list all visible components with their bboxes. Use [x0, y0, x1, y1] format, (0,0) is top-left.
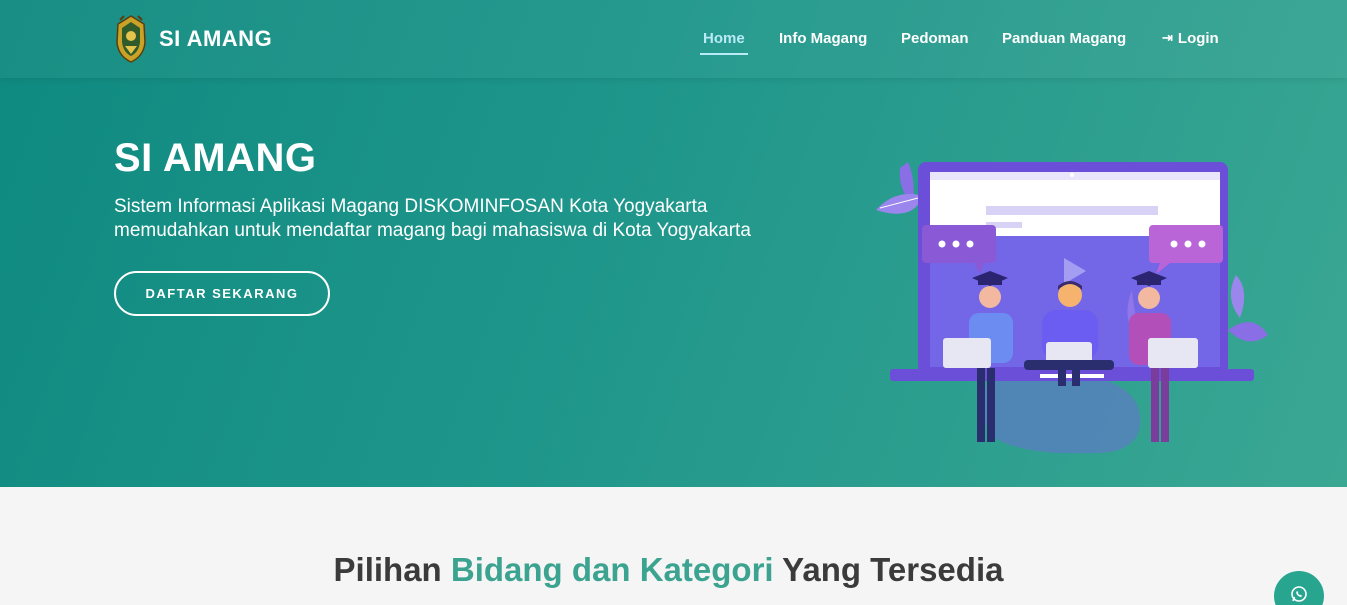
navbar: SI AMANG Home Info Magang Pedoman Pandua… [0, 0, 1347, 78]
online-learning-illustration [876, 162, 1268, 454]
brand-name: SI AMANG [159, 26, 273, 51]
hero-description-line-1: Sistem Informasi Aplikasi Magang DISKOMI… [114, 196, 708, 217]
hero-title: SI AMANG [114, 136, 317, 180]
whatsapp-icon [1291, 586, 1307, 602]
hero-description: Sistem Informasi Aplikasi Magang DISKOMI… [114, 195, 814, 243]
yogyakarta-crest-icon [116, 15, 146, 63]
section-title-prefix: Pilihan [333, 551, 451, 588]
brand[interactable]: SI AMANG [114, 14, 272, 64]
section-title-suffix: Yang Tersedia [773, 551, 1004, 588]
nav-login[interactable]: ⇥ Login [1162, 30, 1219, 47]
hero-description-line-2: memudahkan untuk mendaftar magang bagi m… [114, 220, 751, 241]
nav-info-magang[interactable]: Info Magang [779, 30, 867, 47]
nav-pedoman[interactable]: Pedoman [901, 30, 969, 47]
nav-panduan-magang[interactable]: Panduan Magang [1002, 30, 1126, 47]
nav-home[interactable]: Home [700, 30, 748, 55]
register-now-button[interactable]: DAFTAR SEKARANG [114, 271, 330, 316]
hero-section: SI AMANG Home Info Magang Pedoman Pandua… [0, 0, 1347, 487]
nav-login-label: Login [1177, 30, 1219, 47]
login-icon: ⇥ [1162, 30, 1173, 45]
section-title: Pilihan Bidang dan Kategori Yang Tersedi… [0, 551, 1337, 589]
section-title-accent: Bidang dan Kategori [450, 551, 774, 588]
